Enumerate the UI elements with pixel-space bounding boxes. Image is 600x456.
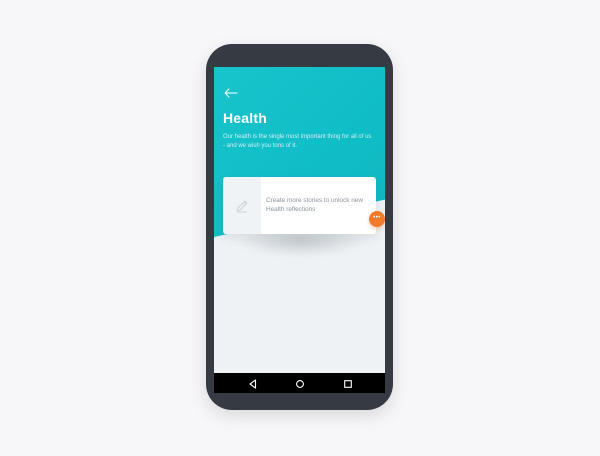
card-icon-box <box>223 177 261 234</box>
unlock-card[interactable]: Create more stories to unlock new Health… <box>223 177 385 234</box>
stage: Health Our health is the single most imp… <box>0 0 600 456</box>
page-title: Health <box>223 110 267 126</box>
more-dots-label: ••• <box>373 215 381 221</box>
phone-frame: Health Our health is the single most imp… <box>206 44 393 410</box>
card-message: Create more stories to unlock new Health… <box>266 197 363 213</box>
back-arrow-icon[interactable] <box>224 85 238 98</box>
page-subtitle: Our health is the single most important … <box>223 134 372 149</box>
square-recents-icon[interactable] <box>342 377 354 389</box>
android-nav-bar <box>214 373 385 393</box>
triangle-back-icon[interactable] <box>247 377 259 389</box>
more-button[interactable]: ••• <box>369 211 385 227</box>
circle-home-icon[interactable] <box>294 377 306 389</box>
pencil-icon <box>236 200 248 213</box>
app-screen: Health Our health is the single most imp… <box>214 67 385 373</box>
